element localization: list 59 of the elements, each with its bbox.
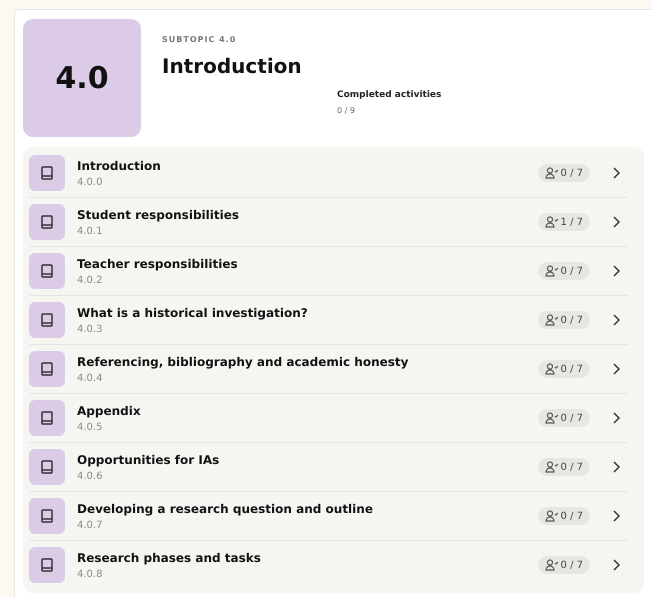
book-icon [29, 449, 65, 485]
lesson-code: 4.0.6 [77, 470, 104, 482]
book-icon [29, 302, 65, 338]
user-check-icon [544, 461, 559, 473]
lesson-code: 4.0.1 [77, 226, 104, 236]
book-icon [29, 547, 65, 583]
user-check-icon [544, 167, 559, 179]
completion-badge: 0 / 7 [538, 507, 590, 525]
user-check-icon [544, 314, 559, 326]
completion-badge: 0 / 7 [538, 262, 590, 280]
book-icon [29, 498, 65, 534]
progress-value: 0 / 9 [337, 106, 356, 115]
book-icon [29, 155, 65, 191]
lesson-title[interactable]: Research phases and tasks [77, 550, 538, 564]
subtopic-title: Introduction [162, 54, 303, 78]
chevron-right-icon[interactable] [612, 363, 620, 375]
user-check-icon [544, 216, 559, 228]
chevron-right-icon[interactable] [612, 216, 620, 228]
completion-badge: 0 / 7 [538, 164, 590, 182]
user-check-icon [544, 363, 559, 375]
completion-badge: 0 / 7 [538, 360, 590, 378]
subtopic-overline: SUBTOPIC 4.0 [162, 35, 238, 44]
completion-badge: 0 / 7 [538, 556, 590, 574]
chevron-right-icon[interactable] [612, 265, 620, 277]
chevron-right-icon[interactable] [612, 167, 620, 179]
lesson-code: 4.0.8 [77, 568, 104, 580]
chevron-right-icon[interactable] [612, 461, 620, 473]
chevron-right-icon[interactable] [612, 510, 620, 522]
lesson-code: 4.0.4 [77, 372, 104, 384]
lesson-title[interactable]: Student responsibilities [77, 208, 538, 222]
lesson-code: 4.0.7 [77, 520, 104, 530]
book-icon [29, 204, 65, 240]
lesson-title[interactable]: Referencing, bibliography and academic honesty [77, 354, 538, 368]
user-check-icon [544, 510, 559, 522]
user-check-icon [544, 412, 559, 424]
lesson-code: 4.0.2 [77, 274, 104, 286]
completion-badge: 0 / 7 [538, 458, 590, 476]
progress-label: Completed activities [337, 90, 442, 100]
lesson-title[interactable]: Appendix [77, 404, 538, 418]
user-check-icon [544, 559, 559, 571]
lesson-title[interactable]: Teacher responsibilities [77, 256, 538, 270]
completion-badge: 0 / 7 [538, 409, 590, 427]
book-icon [29, 253, 65, 289]
subtopic-number-tile: 4.0 [23, 19, 141, 137]
lesson-title[interactable]: Introduction [77, 158, 538, 172]
chevron-right-icon[interactable] [612, 314, 620, 326]
lesson-code: 4.0.5 [77, 422, 104, 432]
book-icon [29, 400, 65, 436]
lesson-code: 4.0.3 [77, 324, 104, 334]
lesson-title[interactable]: Developing a research question and outline [77, 502, 538, 516]
completion-badge: 1 / 7 [538, 213, 590, 231]
lesson-code: 4.0.0 [77, 176, 104, 188]
completion-badge: 0 / 7 [538, 311, 590, 329]
book-icon [29, 351, 65, 387]
chevron-right-icon[interactable] [612, 559, 620, 571]
lesson-title[interactable]: Opportunities for IAs [77, 452, 538, 466]
chevron-right-icon[interactable] [612, 412, 620, 424]
lesson-title[interactable]: What is a historical investigation? [77, 306, 538, 320]
user-check-icon [544, 265, 559, 277]
